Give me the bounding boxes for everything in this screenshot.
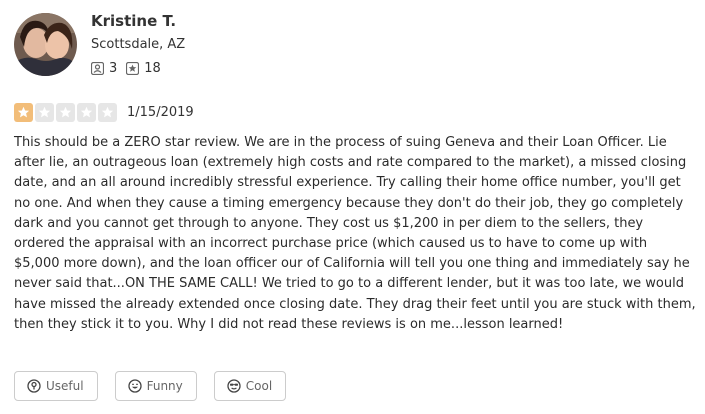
friends-stat: 3 [91, 61, 117, 76]
review-actions: Useful Funny Cool [14, 371, 303, 401]
star-icon [35, 103, 54, 122]
funny-icon [127, 379, 142, 393]
funny-button[interactable]: Funny [114, 371, 197, 401]
useful-button[interactable]: Useful [14, 371, 98, 401]
cool-button[interactable]: Cool [213, 371, 287, 401]
friends-count: 3 [109, 61, 118, 76]
rating-row: 1/15/2019 [14, 103, 194, 122]
reviews-count: 18 [144, 61, 161, 76]
useful-label: Useful [46, 379, 84, 393]
review-date: 1/15/2019 [127, 105, 194, 120]
star-icon [56, 103, 75, 122]
review-text: This should be a ZERO star review. We ar… [14, 135, 696, 332]
star-icon [98, 103, 117, 122]
reviewer-name[interactable]: Kristine T. [91, 12, 176, 30]
funny-label: Funny [146, 379, 183, 393]
star-rating [14, 103, 119, 122]
star-icon [14, 103, 33, 122]
friends-icon [91, 62, 104, 75]
reviewer-stats: 3 18 [91, 61, 170, 76]
reviews-stat: 18 [126, 61, 161, 76]
cool-label: Cool [245, 379, 273, 393]
star-icon [77, 103, 96, 122]
avatar-photo-icon [14, 13, 77, 76]
reviewer-location: Scottsdale, AZ [91, 37, 186, 52]
useful-icon [27, 379, 41, 393]
cool-icon [227, 379, 241, 393]
avatar[interactable] [14, 13, 77, 76]
review-star-icon [126, 62, 140, 75]
